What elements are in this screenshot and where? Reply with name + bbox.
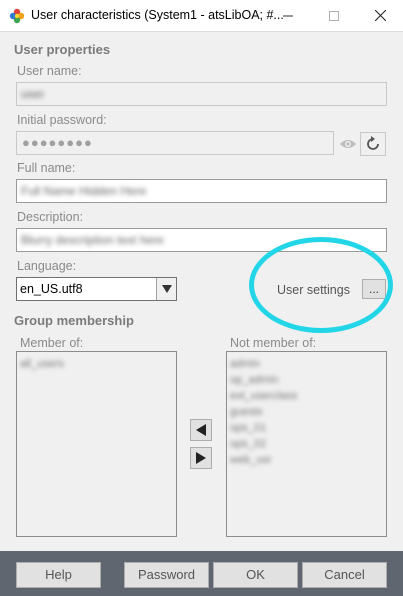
maximize-button[interactable]	[311, 0, 357, 31]
not-member-of-list[interactable]: admin op_admin ext_userclass guests ops_…	[226, 351, 387, 537]
show-password-button[interactable]	[337, 133, 359, 155]
list-item[interactable]: guests	[230, 404, 382, 420]
chevron-down-icon	[161, 285, 172, 293]
initial-password-label: Initial password:	[17, 113, 107, 127]
app-flower-icon	[9, 8, 25, 24]
initial-password-value: ●●●●●●●●	[22, 135, 93, 150]
full-name-label: Full name:	[17, 161, 76, 175]
list-item[interactable]: web_usr	[230, 452, 382, 468]
refresh-icon	[367, 136, 379, 150]
user-name-value: user	[21, 87, 45, 101]
full-name-input[interactable]: Full Name Hidden Here	[16, 179, 387, 203]
group-membership-title: Group membership	[14, 313, 134, 328]
member-of-list[interactable]: all_users	[16, 351, 177, 537]
move-left-button[interactable]	[190, 419, 212, 441]
list-item[interactable]: ops_01	[230, 420, 382, 436]
list-item[interactable]: ext_userclass	[230, 388, 382, 404]
help-button[interactable]: Help	[16, 562, 101, 588]
language-label: Language:	[17, 259, 77, 273]
list-item[interactable]: op_admin	[230, 372, 382, 388]
user-properties-title: User properties	[14, 42, 111, 57]
full-name-value: Full Name Hidden Here	[21, 184, 147, 198]
arrow-right-icon	[196, 452, 206, 464]
window-title: User characteristics (System1 - atsLibOA…	[31, 8, 284, 22]
language-selected-value: en_US.utf8	[20, 282, 83, 296]
language-select[interactable]: en_US.utf8	[16, 277, 177, 301]
user-name-label: User name:	[17, 64, 82, 78]
list-item[interactable]: ops_02	[230, 436, 382, 452]
maximize-icon	[329, 10, 339, 21]
close-icon	[374, 10, 386, 21]
move-right-button[interactable]	[190, 447, 212, 469]
minimize-icon	[283, 15, 293, 16]
list-item[interactable]: admin	[230, 356, 382, 372]
list-item[interactable]: all_users	[20, 356, 172, 372]
arrow-left-icon	[196, 424, 206, 436]
initial-password-field: ●●●●●●●●	[16, 131, 334, 155]
user-name-field: user	[16, 82, 387, 106]
highlight-annotation-ring	[249, 237, 393, 333]
not-member-of-label: Not member of:	[230, 336, 317, 350]
ok-button[interactable]: OK	[213, 562, 298, 588]
minimize-button[interactable]	[265, 0, 311, 31]
cancel-button[interactable]: Cancel	[302, 562, 387, 588]
reset-password-button[interactable]	[360, 132, 386, 156]
description-label: Description:	[17, 210, 83, 224]
password-button[interactable]: Password	[124, 562, 209, 588]
description-value: Blurry description text here	[21, 233, 164, 247]
eye-icon	[340, 140, 356, 148]
close-button[interactable]	[357, 0, 403, 31]
member-of-label: Member of:	[20, 336, 84, 350]
language-dropdown-button[interactable]	[156, 278, 176, 300]
